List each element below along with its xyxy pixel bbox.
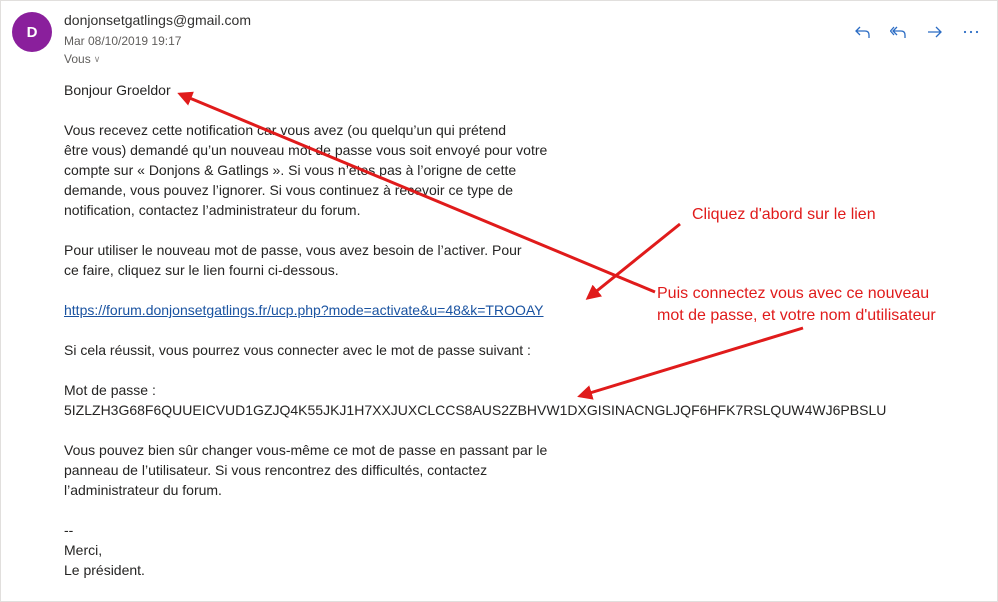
- forward-icon[interactable]: [917, 20, 953, 44]
- chevron-down-icon[interactable]: ∨: [94, 54, 101, 65]
- recipient-label: Vous: [64, 52, 91, 66]
- annotation-second-line1: Puis connectez vous avec ce nouveau: [657, 285, 930, 302]
- password-label: Mot de passe :: [64, 382, 156, 398]
- body-line: Pour utiliser le nouveau mot de passe, v…: [64, 242, 522, 258]
- email-body: Bonjour Groeldor Vous recevez cette noti…: [64, 80, 964, 580]
- body-line: demande, vous pouvez l’ignorer. Si vous …: [64, 182, 514, 198]
- annotation-second-line2: mot de passe, et votre nom d'utilisateur: [657, 307, 936, 324]
- body-line: Vous pouvez bien sûr changer vous-même c…: [64, 442, 548, 458]
- body-line: Si cela réussit, vous pourrez vous conne…: [64, 342, 531, 358]
- message-toolbar: [845, 20, 989, 44]
- body-line: ce faire, cliquez sur le lien fourni ci-…: [64, 262, 339, 278]
- body-line: être vous) demandé qu’un nouveau mot de …: [64, 142, 548, 158]
- body-line: l’administrateur du forum.: [64, 482, 222, 498]
- body-line: compte sur « Donjons & Gatlings ». Si vo…: [64, 162, 517, 178]
- signature-dash: --: [64, 522, 74, 538]
- annotation-first: Cliquez d'abord sur le lien: [692, 206, 876, 223]
- recipient-line[interactable]: Vous ∨: [64, 52, 100, 66]
- reply-all-icon[interactable]: [881, 20, 917, 44]
- body-line: panneau de l’utilisateur. Si vous rencon…: [64, 462, 488, 478]
- greeting: Bonjour Groeldor: [64, 82, 171, 98]
- reply-icon[interactable]: [845, 20, 881, 44]
- password-value: 5IZLZH3G68F6QUUEICVUD1GZJQ4K55JKJ1H7XXJU…: [64, 402, 887, 418]
- sender-address[interactable]: donjonsetgatlings@gmail.com: [64, 12, 251, 28]
- signature-name: Le président.: [64, 562, 145, 578]
- body-line: Vous recevez cette notification car vous…: [64, 122, 507, 138]
- activation-link[interactable]: https://forum.donjonsetgatlings.fr/ucp.p…: [64, 302, 544, 318]
- more-icon[interactable]: [953, 20, 989, 44]
- signature-thanks: Merci,: [64, 542, 103, 558]
- email-date: Mar 08/10/2019 19:17: [64, 34, 182, 48]
- avatar[interactable]: D: [12, 12, 52, 52]
